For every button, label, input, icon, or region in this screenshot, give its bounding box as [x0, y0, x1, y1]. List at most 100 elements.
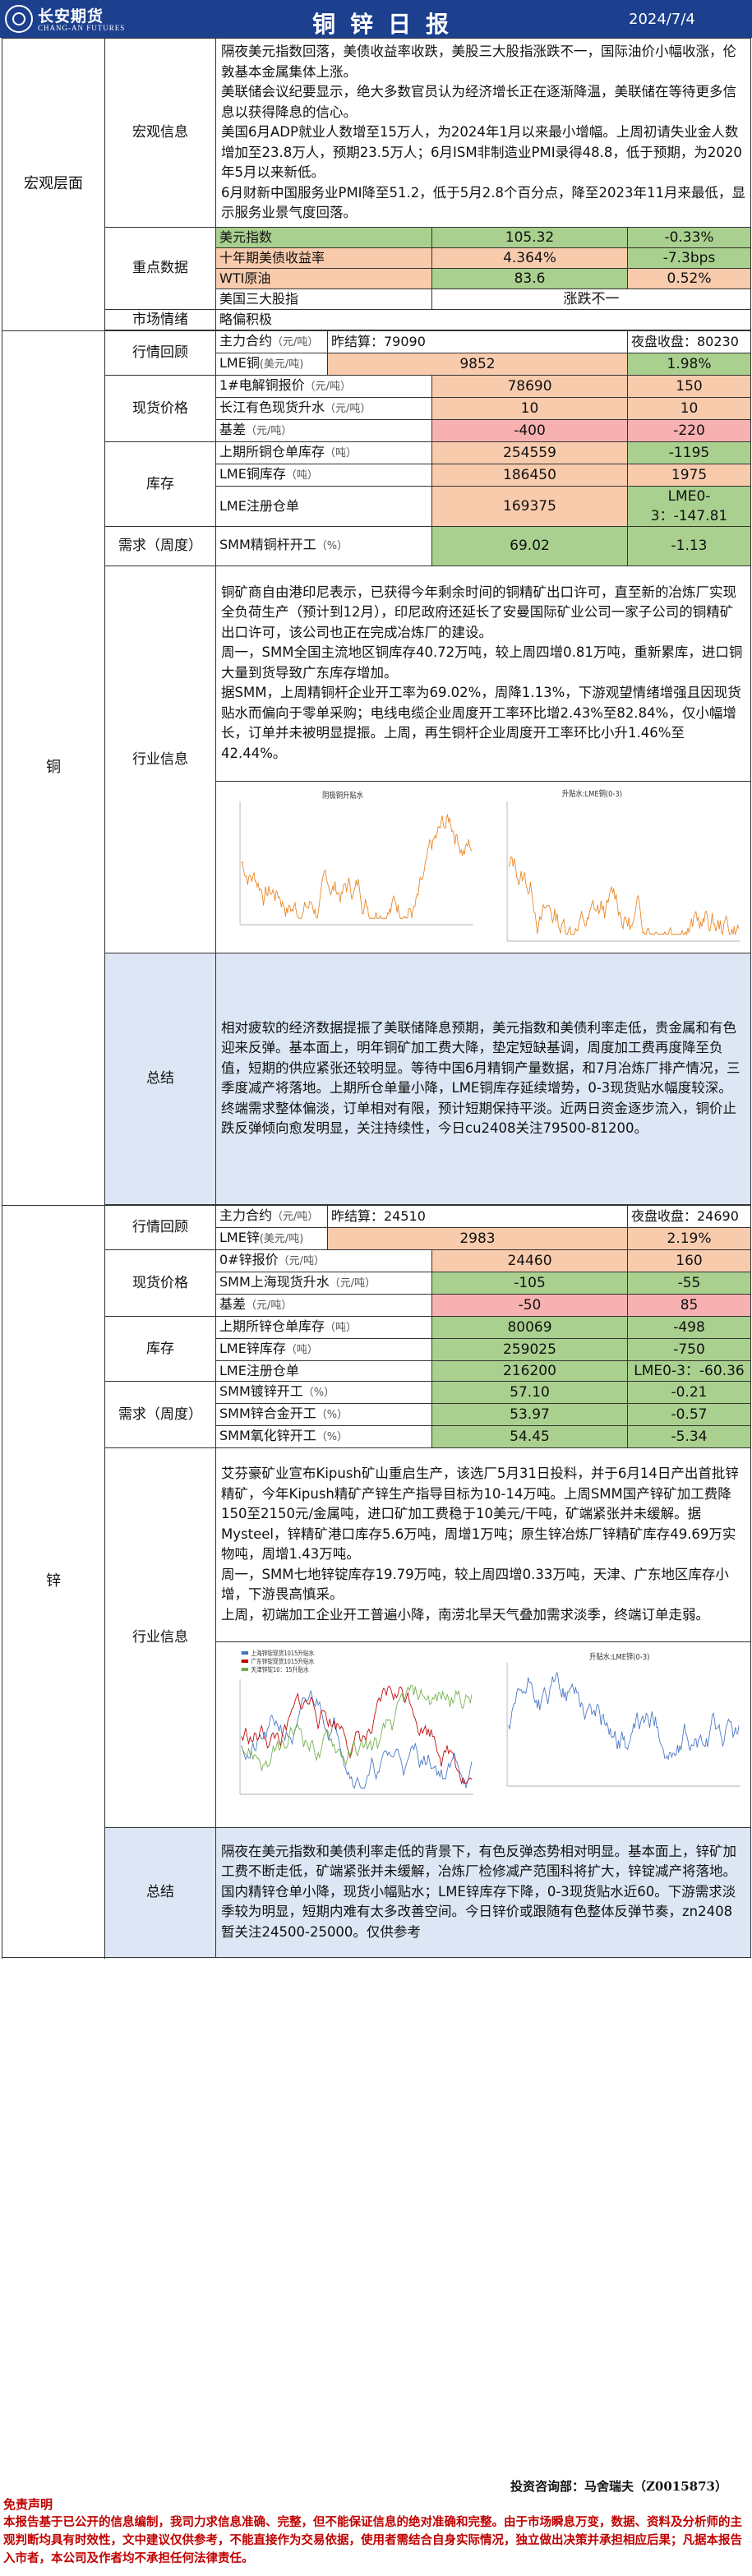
spot-row-change: -220 [626, 418, 752, 442]
stock-row-name: LME铜库存（吨） [215, 463, 432, 487]
spot-row-change: 10 [626, 396, 752, 420]
report-date: 2024/7/4 [629, 11, 695, 28]
section-copper: 铜 [2, 330, 105, 1206]
legend-entry: 天津锌锭10：15升贴水 [251, 1665, 309, 1673]
zinc-lme-name: LME锌(美元/吨) [215, 1226, 328, 1250]
stock-row-value: 254559 [431, 441, 628, 464]
spot-row-name: 基差（元/吨） [215, 418, 432, 442]
demand-row-change: -5.34 [626, 1424, 752, 1448]
copper-lme-value: 9852 [327, 352, 628, 376]
stock-row-change: LME0-3：-60.36 [626, 1360, 752, 1382]
key-row-value: 105.32 [431, 226, 628, 248]
copper-quote-label: 行情回顾 [104, 330, 216, 376]
macro-sentiment-value: 略偏积极 [215, 308, 752, 330]
key-row-name: 美元指数 [215, 226, 432, 248]
key-row-name: 十年期美债收益率 [215, 247, 432, 269]
stock-row-value: 186450 [431, 463, 628, 487]
demand-row-name: SMM镀锌开工（%） [215, 1380, 432, 1404]
logo-name-cn: 长安期货 [38, 7, 104, 25]
copper-prev-settle: 昨结算：79090 [327, 330, 628, 353]
copper-premium-chart: 阴极铜升贴水 [239, 790, 473, 925]
key-row-name: 美国三大股指 [215, 288, 432, 310]
zinc-charts: 上海锌锭现货1015升贴水 广东锌锭现货1015升贴水 天津锌锭10：15升贴水… [215, 1641, 752, 1828]
demand-row-change: -0.57 [626, 1402, 752, 1426]
copper-lme-name: LME铜(美元/吨) [215, 352, 328, 376]
copper-charts: 阴极铜升贴水 升贴水:LME铜(0-3) [215, 780, 752, 953]
stock-row-value: 259025 [431, 1337, 628, 1361]
zinc-demand-label: 需求（周度） [104, 1380, 216, 1448]
series-line [508, 856, 740, 936]
spot-row-value: 24460 [431, 1249, 628, 1272]
chart-title: 阴极铜升贴水 [322, 790, 363, 801]
copper-stock-label: 库存 [104, 441, 216, 527]
stock-row-value: 169375 [431, 485, 628, 527]
stock-row-change: LME0-3：-147.81 [626, 485, 752, 527]
stock-row-change: -1195 [626, 441, 752, 464]
copper-summary-text: 相对疲软的经济数据提振了美联储降息预期，美元指数和美债利率走低，贵金属和有色迎来… [215, 952, 752, 1205]
zinc-night-close: 夜盘收盘：24690 [626, 1204, 752, 1228]
spot-row-change: 150 [626, 374, 752, 398]
spot-row-change: 160 [626, 1249, 752, 1272]
copper-main-contract: 主力合约（元/吨） [215, 330, 328, 353]
series-line [508, 1671, 740, 1761]
key-row-name: WTI原油 [215, 267, 432, 289]
demand-row-name: SMM锌合金开工（%） [215, 1402, 432, 1426]
demand-row-value: 54.45 [431, 1424, 628, 1448]
key-row-change: 0.52% [626, 267, 752, 289]
section-zinc: 锌 [2, 1204, 105, 1958]
logo-emblem-icon [5, 5, 33, 33]
legend-entry: 上海锌锭现货1015升贴水 [251, 1649, 315, 1657]
zinc-main-contract: 主力合约（元/吨） [215, 1204, 328, 1228]
spot-row-change: 85 [626, 1293, 752, 1317]
key-row-change: -0.33% [626, 226, 752, 248]
report-title: 铜锌日报 [312, 11, 464, 38]
zinc-stock-label: 库存 [104, 1315, 216, 1382]
report-header: 长安期货 CHANG-AN FUTURES 铜锌日报 2024/7/4 [0, 0, 752, 38]
chart-title: 升贴水:LME锌(0-3) [589, 1651, 649, 1662]
copper-demand-label: 需求（周度） [104, 525, 216, 566]
macro-info-label: 宏观信息 [104, 38, 216, 228]
zinc-spot-label: 现货价格 [104, 1249, 216, 1317]
zinc-premium-chart: 上海锌锭现货1015升贴水 广东锌锭现货1015升贴水 天津锌锭10：15升贴水 [239, 1649, 473, 1795]
copper-night-close: 夜盘收盘：80230 [626, 330, 752, 353]
report-table: 宏观层面 宏观信息 隔夜美元指数回落，美债收益率收跌，美股三大股指涨跌不一，国际… [2, 38, 752, 1958]
spot-row-change: -55 [626, 1271, 752, 1295]
stock-row-name: LME注册仓单 [215, 485, 432, 527]
spot-row-value: 10 [431, 396, 628, 420]
spot-row-name: 1#电解铜报价（元/吨） [215, 374, 432, 398]
spot-row-value: -400 [431, 418, 628, 442]
section-macro: 宏观层面 [2, 38, 105, 331]
series-line [241, 1685, 473, 1771]
demand-row-change: -0.21 [626, 1380, 752, 1404]
spot-row-value: -50 [431, 1293, 628, 1317]
zinc-lme-change: 2.19% [626, 1226, 752, 1250]
spot-row-value: -105 [431, 1271, 628, 1295]
zinc-quote-label: 行情回顾 [104, 1204, 216, 1250]
copper-spot-label: 现货价格 [104, 374, 216, 442]
logo-name-en: CHANG-AN FUTURES [38, 24, 126, 32]
disclaimer-text: 本报告基于已公开的信息编制，我司力求信息准确、完整，但不能保证信息的绝对准确和完… [3, 2515, 742, 2565]
demand-row-name: SMM精铜杆开工（%） [215, 525, 432, 566]
stock-row-value: 216200 [431, 1360, 628, 1382]
zinc-prev-settle: 昨结算：24510 [327, 1204, 628, 1228]
copper-lme-spread-chart: 升贴水:LME铜(0-3) [506, 788, 740, 941]
series-line [241, 812, 473, 919]
stock-row-name: 上期所铜仓单库存（吨） [215, 441, 432, 464]
zinc-industry-label: 行业信息 [104, 1447, 216, 1828]
zinc-summary-text: 隔夜在美元指数和美债利率走低的背景下，有色反弹态势相对明显。基本面上，锌矿加工费… [215, 1826, 752, 1958]
disclaimer-title: 免责声明 [3, 2497, 53, 2512]
demand-row-value: 69.02 [431, 525, 628, 566]
stock-row-name: 上期所锌仓单库存（吨） [215, 1315, 432, 1339]
key-row-value: 4.364% [431, 247, 628, 269]
legend-entry: 广东锌锭现货1015升贴水 [251, 1657, 315, 1665]
spot-row-value: 78690 [431, 374, 628, 398]
stock-row-change: -498 [626, 1315, 752, 1339]
copper-industry-label: 行业信息 [104, 565, 216, 953]
spot-row-name: 0#锌报价（元/吨） [215, 1249, 432, 1272]
investor-contact: 投资咨询部：马舍瑞夫（Z0015873） [510, 2479, 727, 2494]
series-line [241, 1689, 473, 1789]
key-row-merged: 涨跌不一 [431, 288, 752, 310]
company-logo: 长安期货 CHANG-AN FUTURES [5, 3, 153, 35]
demand-row-value: 57.10 [431, 1380, 628, 1404]
spot-row-name: SMM上海现货升水（元/吨） [215, 1271, 432, 1295]
